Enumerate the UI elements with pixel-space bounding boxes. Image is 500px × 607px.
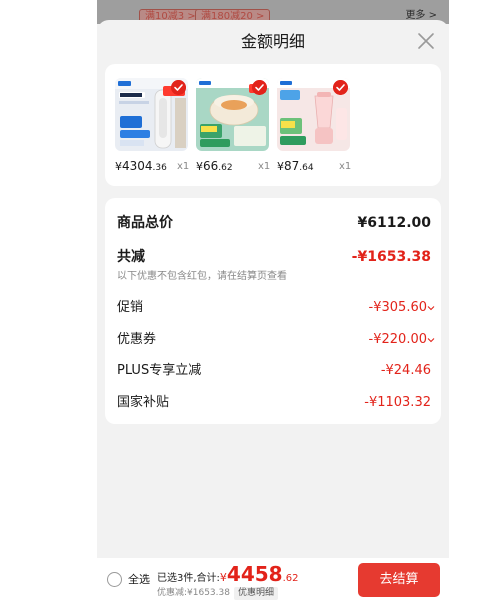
coupon-label: 优惠券	[117, 332, 157, 347]
check-icon[interactable]	[171, 80, 186, 95]
plus-discount-value: -¥24.46	[380, 363, 431, 378]
promotion-label: 促销	[117, 300, 144, 315]
discount-summary: 优惠减:¥1653.38 优惠明细	[157, 587, 278, 600]
chevron-down-icon[interactable]	[427, 336, 435, 344]
tower-fan-product-image	[115, 78, 188, 151]
amount-breakdown-card: 商品总价 ¥6112.00 共减 -¥1653.38 以下优惠不包含红包，请在结…	[105, 198, 441, 424]
plus-discount-label: PLUS专享立减	[117, 363, 202, 378]
discount-text: 优惠减:¥1653.38	[157, 588, 230, 598]
product-price: ¥87.64	[277, 159, 314, 173]
grand-total: ¥4458.62	[219, 562, 299, 586]
coupon-value[interactable]: -¥220.00	[369, 331, 427, 349]
discount-detail-button[interactable]: 优惠明细	[233, 587, 278, 600]
total-reduction-value: -¥1653.38	[351, 249, 431, 265]
select-all-label[interactable]: 全选	[128, 572, 150, 588]
promotion-value[interactable]: -¥305.60	[369, 299, 427, 317]
blender-product-image	[277, 78, 350, 151]
close-icon[interactable]	[417, 32, 435, 50]
checkout-button[interactable]: 去结算	[358, 563, 440, 597]
check-icon[interactable]	[333, 80, 348, 95]
check-icon[interactable]	[252, 80, 267, 95]
select-all-radio[interactable]	[107, 572, 122, 587]
product-price: ¥66.62	[196, 159, 233, 173]
reduction-note: 以下优惠不包含红包，请在结算页查看	[117, 271, 287, 282]
electric-cooker-product-image	[196, 78, 269, 151]
selection-summary: 已选3件,合计:¥4458.62	[157, 562, 299, 587]
product-quantity: x1	[258, 161, 271, 172]
sheet-title: 金额明细	[240, 32, 305, 51]
product-quantity: x1	[177, 161, 190, 172]
total-reduction-label: 共减	[117, 249, 145, 265]
product-quantity: x1	[339, 161, 352, 172]
national-subsidy-value: -¥1103.32	[364, 395, 431, 410]
phone-screen: 满10减3 > 满180减20 > 更多 > 金额明细 ¥4304.36 x1 …	[97, 0, 449, 607]
amount-detail-sheet: 金额明细 ¥4304.36 x1 ¥66.62 x1 ¥87.64 x1 商品总…	[97, 20, 449, 607]
product-price: ¥4304.36	[115, 159, 167, 173]
checkout-bar: 全选 已选3件,合计:¥4458.62 优惠减:¥1653.38 优惠明细 去结算	[97, 558, 449, 607]
selected-count-text: 已选3件,合计:	[157, 573, 220, 584]
product-list-card: ¥4304.36 x1 ¥66.62 x1 ¥87.64 x1	[105, 64, 441, 186]
goods-total-label: 商品总价	[117, 215, 173, 231]
national-subsidy-label: 国家补贴	[117, 395, 170, 410]
chevron-down-icon[interactable]	[427, 304, 435, 312]
goods-total-value: ¥6112.00	[357, 215, 431, 231]
